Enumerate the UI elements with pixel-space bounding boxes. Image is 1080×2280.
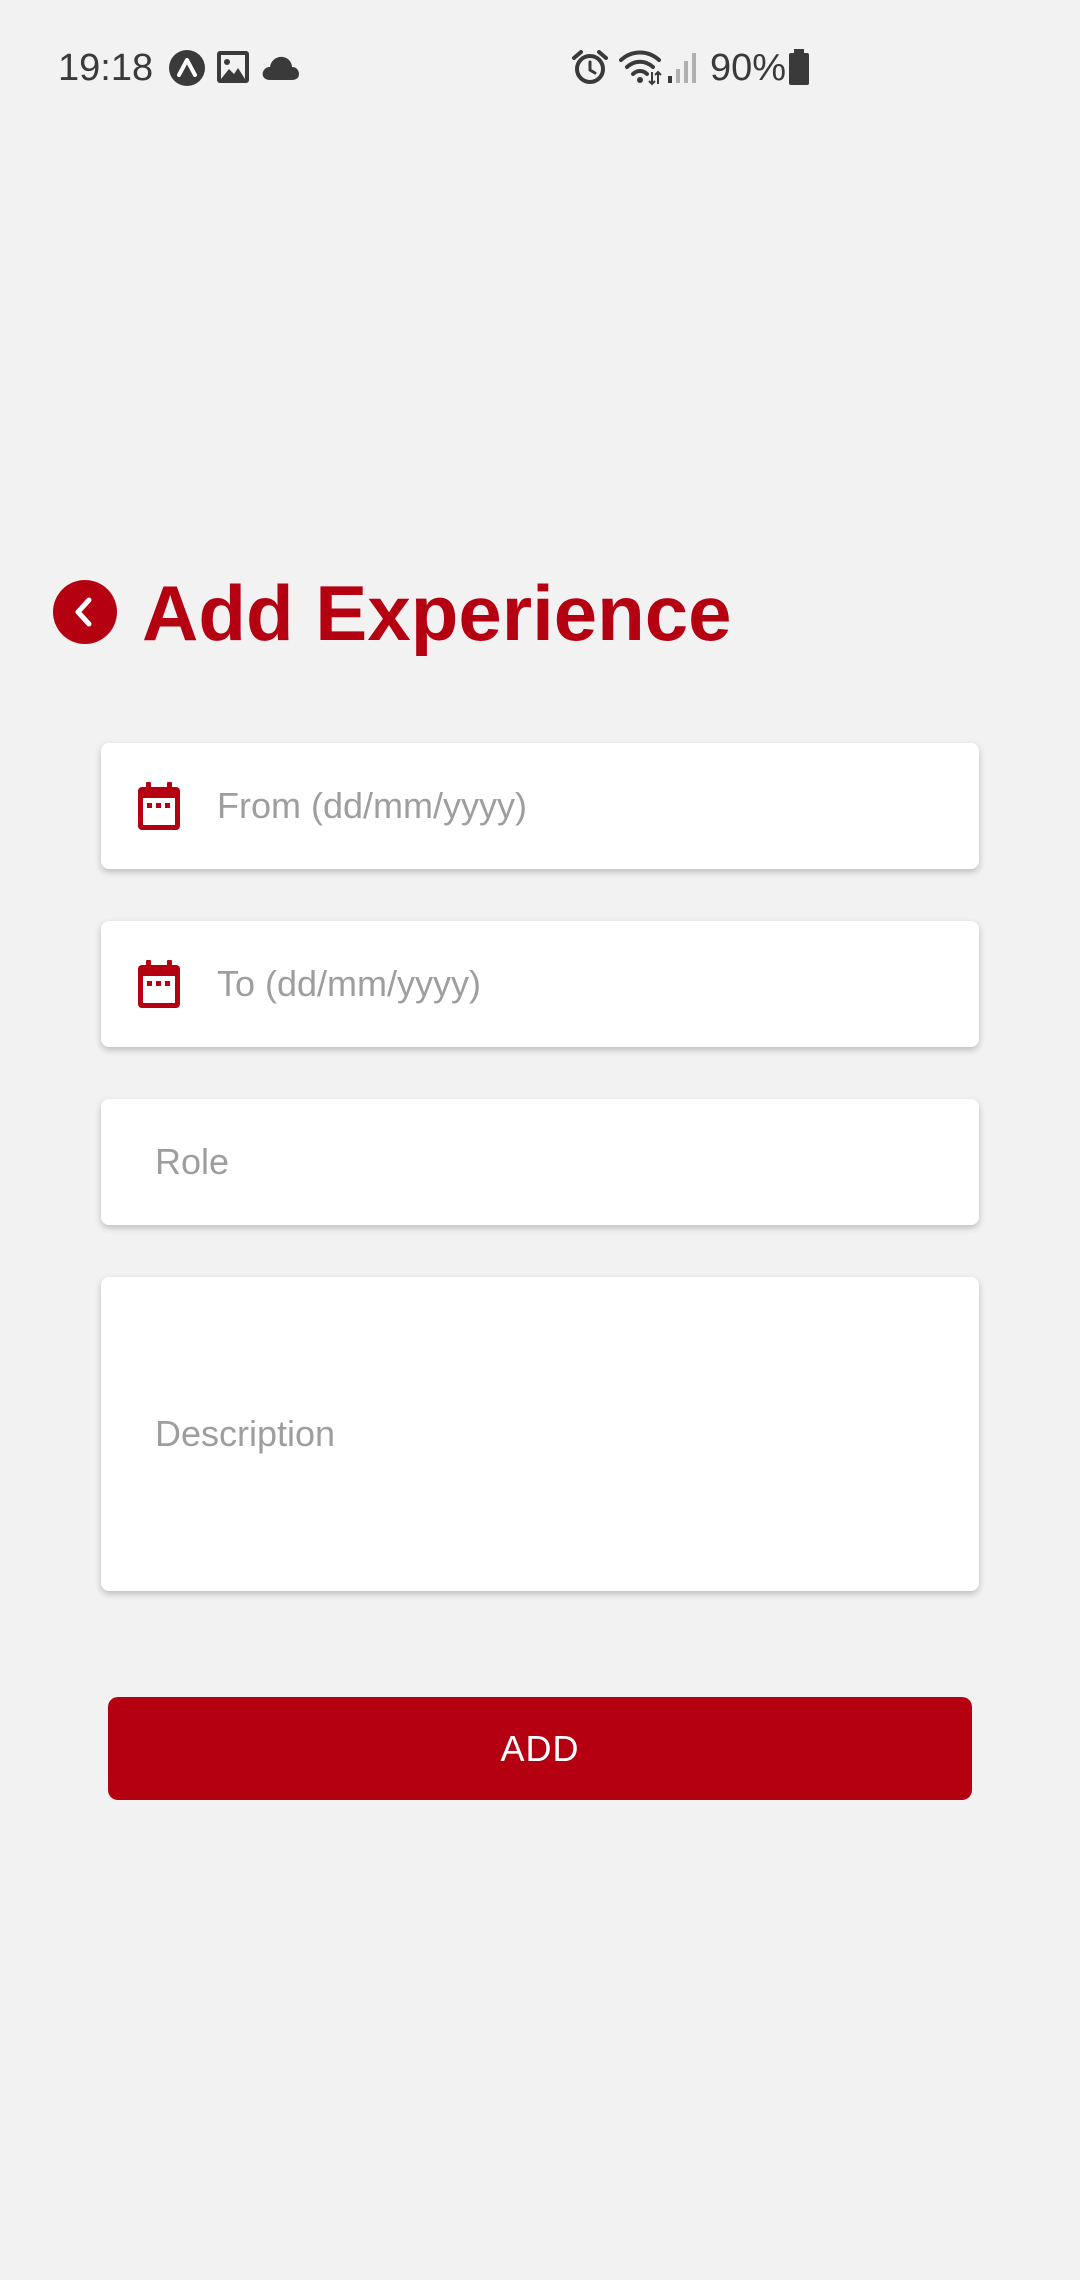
cloud-icon (262, 56, 299, 80)
alarm-icon (572, 50, 608, 84)
description-input[interactable] (155, 1412, 955, 1472)
signal-icon (668, 53, 696, 83)
to-date-input[interactable] (217, 921, 957, 1047)
gallery-icon (217, 51, 249, 83)
to-date-field[interactable] (101, 921, 979, 1047)
status-time: 19:18 (58, 47, 154, 89)
calendar-icon (138, 960, 180, 1008)
battery-icon (789, 49, 809, 85)
calendar-icon (138, 782, 180, 830)
role-input[interactable] (155, 1099, 955, 1225)
role-field[interactable] (101, 1099, 979, 1225)
wifi-icon (619, 50, 662, 86)
back-button[interactable] (53, 580, 117, 644)
from-date-input[interactable] (217, 743, 957, 869)
from-date-field[interactable] (101, 743, 979, 869)
chevron-left-icon (75, 597, 92, 627)
page-title: Add Experience (142, 569, 732, 657)
app-notification-icon (169, 50, 205, 86)
add-button[interactable]: ADD (108, 1697, 972, 1800)
battery-percentage: 90% (710, 47, 787, 89)
description-field[interactable] (101, 1277, 979, 1591)
status-bar: 19:18 90% (0, 0, 1080, 135)
